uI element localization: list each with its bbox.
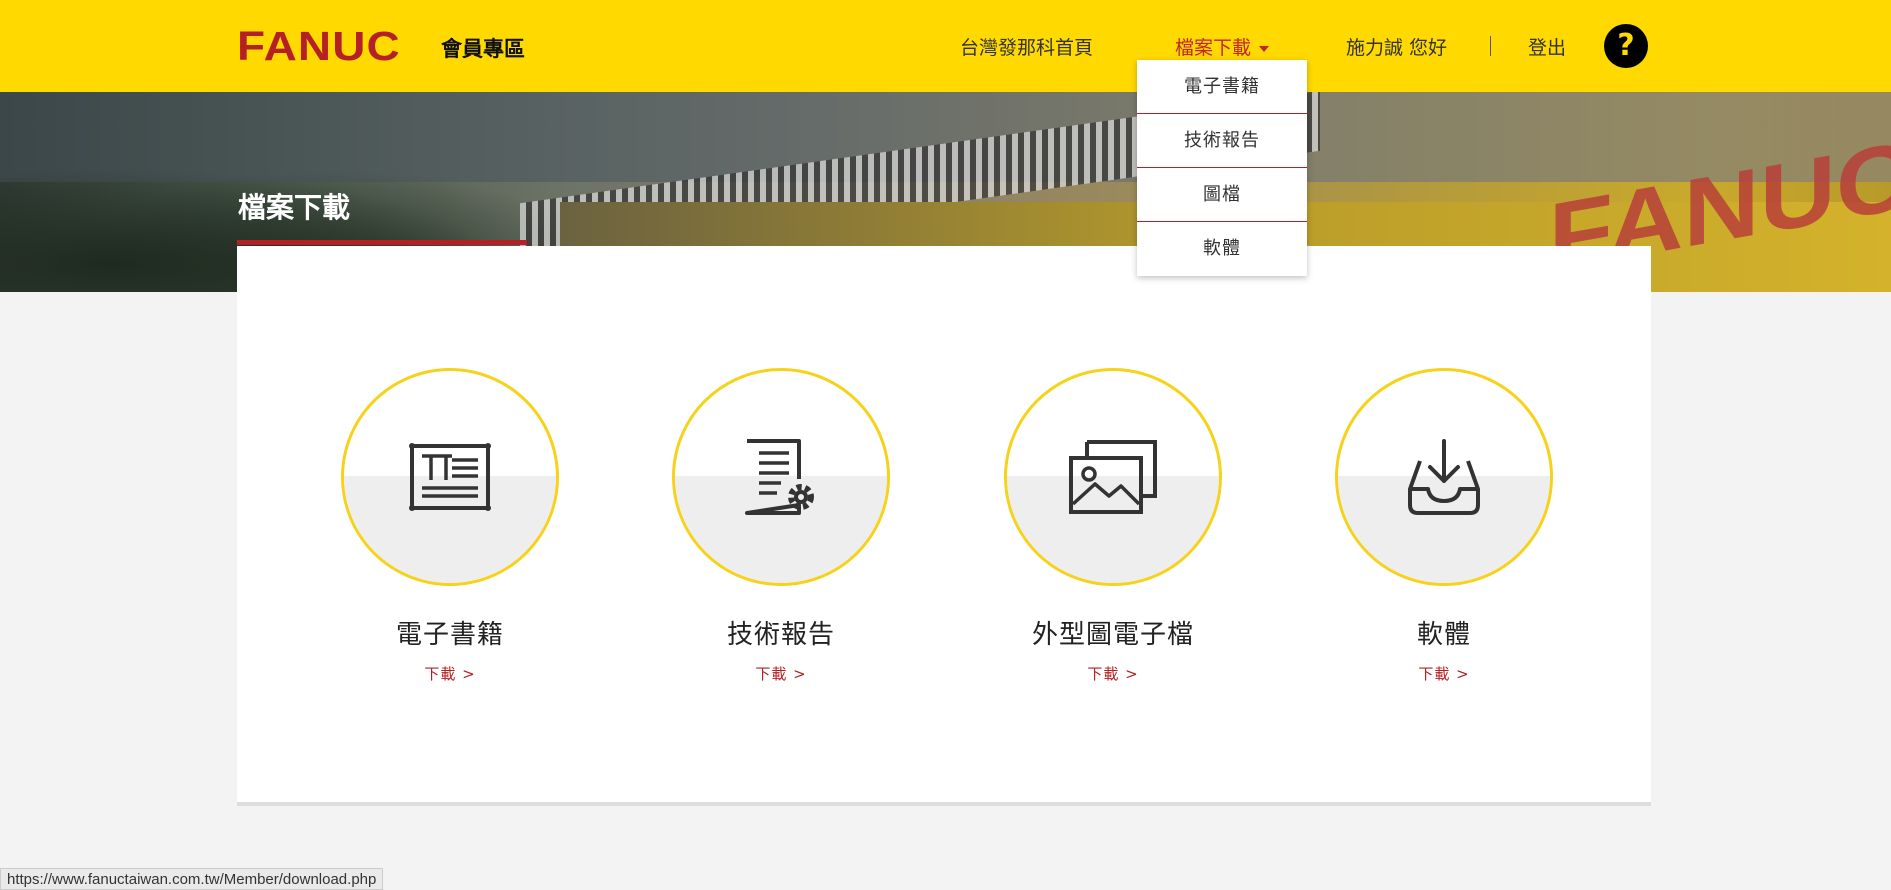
nav-divider xyxy=(1490,36,1491,56)
card-download-link[interactable]: 下載 > xyxy=(1087,663,1138,684)
card-title: 技術報告 xyxy=(726,620,835,650)
browser-status-url: https://www.fanuctaiwan.com.tw/Member/do… xyxy=(0,868,384,890)
caret-down-icon xyxy=(1259,45,1270,52)
download-dropdown: 電子書籍 技術報告 圖檔 軟體 xyxy=(1137,60,1307,276)
report-settings-icon xyxy=(745,439,814,515)
card-download-link[interactable]: 下載 > xyxy=(424,663,475,684)
card-icon-circle xyxy=(341,368,559,586)
card-icon-circle xyxy=(1335,368,1553,586)
card-ebooks[interactable]: 電子書籍 下載 > xyxy=(341,368,559,684)
images-icon xyxy=(1069,440,1157,514)
card-software[interactable]: 軟體 下載 > xyxy=(1335,368,1553,684)
dropdown-item-drawings[interactable]: 圖檔 xyxy=(1137,168,1307,222)
download-panel: 電子書籍 下載 > 技術報告 下載 > 外型圖電子檔 下載 > 軟體 下載 > xyxy=(237,246,1651,806)
card-icon-circle xyxy=(1004,368,1222,586)
nav-home-link[interactable]: 台灣發那科首頁 xyxy=(960,33,1093,60)
user-greeting: 施力誠 您好 xyxy=(1346,37,1448,59)
download-tray-icon xyxy=(1408,439,1480,515)
ebook-icon xyxy=(409,443,491,511)
member-area-label: 會員專區 xyxy=(441,37,525,61)
dropdown-item-software[interactable]: 軟體 xyxy=(1137,222,1307,276)
title-underline xyxy=(237,240,527,245)
card-title: 電子書籍 xyxy=(395,620,504,650)
card-download-link[interactable]: 下載 > xyxy=(1418,663,1469,684)
fanuc-logo[interactable]: FANUC xyxy=(237,26,401,67)
help-icon[interactable]: ? xyxy=(1604,24,1648,68)
site-header: FANUC 會員專區 台灣發那科首頁 檔案下載 施力誠 您好 登出 ? xyxy=(0,0,1891,92)
nav-download-menu[interactable]: 檔案下載 xyxy=(1175,33,1270,60)
card-title: 外型圖電子檔 xyxy=(1031,620,1194,650)
card-tech-reports[interactable]: 技術報告 下載 > xyxy=(672,368,890,684)
dropdown-item-tech-reports[interactable]: 技術報告 xyxy=(1137,114,1307,168)
page-title: 檔案下載 xyxy=(238,191,351,224)
card-icon-circle xyxy=(672,368,890,586)
card-title: 軟體 xyxy=(1416,620,1471,650)
dropdown-item-ebooks[interactable]: 電子書籍 xyxy=(1137,60,1307,114)
card-drawings[interactable]: 外型圖電子檔 下載 > xyxy=(1004,368,1222,684)
logout-link[interactable]: 登出 xyxy=(1528,33,1566,60)
card-download-link[interactable]: 下載 > xyxy=(755,663,806,684)
nav-download-label: 檔案下載 xyxy=(1175,37,1252,59)
